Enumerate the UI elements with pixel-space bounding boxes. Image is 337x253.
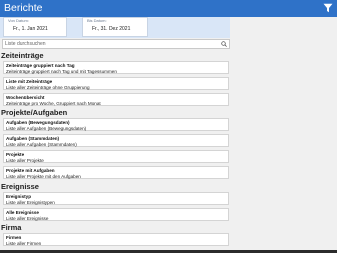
filter-icon[interactable] bbox=[323, 3, 333, 13]
report-item-title: Aufgaben (Bewegungsdaten) bbox=[6, 120, 70, 125]
search-placeholder: Liste durchsuchen bbox=[5, 41, 46, 47]
report-item-title: Ereignistyp bbox=[6, 194, 32, 199]
report-item-desc: Liste aller Aufgaben (Bewegungsdaten) bbox=[6, 125, 87, 131]
section-title-firma: Firma bbox=[1, 223, 22, 232]
report-item-desc: Liste aller Ereignistypen bbox=[6, 199, 55, 205]
report-item[interactable]: Liste mit Zeiteinträge Liste aller Zeite… bbox=[3, 77, 229, 90]
date-range-panel: Von Datum: Fr., 1. Jan 2021 Bis Datum: F… bbox=[0, 17, 230, 38]
section-title-ereignisse: Ereignisse bbox=[1, 182, 39, 191]
page-title: Berichte bbox=[4, 2, 43, 14]
report-item[interactable]: Ereignistyp Liste aller Ereignistypen bbox=[3, 192, 229, 205]
report-item-desc: Zeiteinträge gruppiert nach Tag und mit … bbox=[6, 68, 117, 74]
report-item-desc: Liste aller Projekte mit den Aufgaben bbox=[6, 173, 81, 179]
from-date-value: Fr., 1. Jan 2021 bbox=[13, 26, 48, 32]
report-item[interactable]: Alle Ereignisse Liste aller Ereignisse bbox=[3, 208, 229, 221]
search-input[interactable]: Liste durchsuchen bbox=[2, 39, 230, 49]
report-item-title: Wochenübersicht bbox=[6, 95, 45, 100]
report-item-desc: Liste aller Firmen bbox=[6, 240, 42, 246]
report-item-desc: Zeiteinträge pro Woche, Gruppiert nach M… bbox=[6, 100, 101, 106]
report-item[interactable]: Aufgaben (Bewegungsdaten) Liste aller Au… bbox=[3, 118, 229, 131]
report-item[interactable]: Projekte mit Aufgaben Liste aller Projek… bbox=[3, 166, 229, 179]
report-item-desc: Liste aller Projekte bbox=[6, 157, 44, 163]
report-item-title: Firmen bbox=[6, 235, 22, 240]
report-item-title: Liste mit Zeiteinträge bbox=[6, 79, 53, 84]
to-date-value: Fr., 31. Dez 2021 bbox=[92, 26, 131, 32]
report-item-desc: Liste aller Aufgaben (Stammdaten) bbox=[6, 141, 77, 147]
report-item-title: Projekte mit Aufgaben bbox=[6, 168, 55, 173]
report-item-title: Zeiteinträge gruppiert nach Tag bbox=[6, 63, 75, 68]
report-item[interactable]: Wochenübersicht Zeiteinträge pro Woche, … bbox=[3, 93, 229, 106]
from-date-field[interactable]: Von Datum: Fr., 1. Jan 2021 bbox=[3, 17, 67, 37]
report-item-title: Aufgaben (Stammdaten) bbox=[6, 136, 60, 141]
report-item[interactable]: Aufgaben (Stammdaten) Liste aller Aufgab… bbox=[3, 134, 229, 147]
to-date-field[interactable]: Bis Datum: Fr., 31. Dez 2021 bbox=[82, 17, 148, 37]
report-item-desc: Liste aller Ereignisse bbox=[6, 215, 49, 221]
report-item-title: Projekte bbox=[6, 152, 25, 157]
section-title-projekte-aufgaben: Projekte/Aufgaben bbox=[1, 108, 68, 117]
report-item-desc: Liste aller Zeiteinträge ohne Gruppierun… bbox=[6, 84, 90, 90]
search-icon[interactable] bbox=[221, 41, 227, 47]
report-item-title: Alle Ereignisse bbox=[6, 210, 39, 215]
report-item[interactable]: Projekte Liste aller Projekte bbox=[3, 150, 229, 163]
from-date-label: Von Datum: bbox=[8, 18, 29, 23]
section-title-zeiteintraege: Zeiteinträge bbox=[1, 51, 44, 60]
report-item[interactable]: Firmen Liste aller Firmen bbox=[3, 233, 229, 246]
app-header: Berichte bbox=[0, 0, 337, 17]
report-item[interactable]: Zeiteinträge gruppiert nach Tag Zeiteint… bbox=[3, 61, 229, 74]
to-date-label: Bis Datum: bbox=[87, 18, 107, 23]
